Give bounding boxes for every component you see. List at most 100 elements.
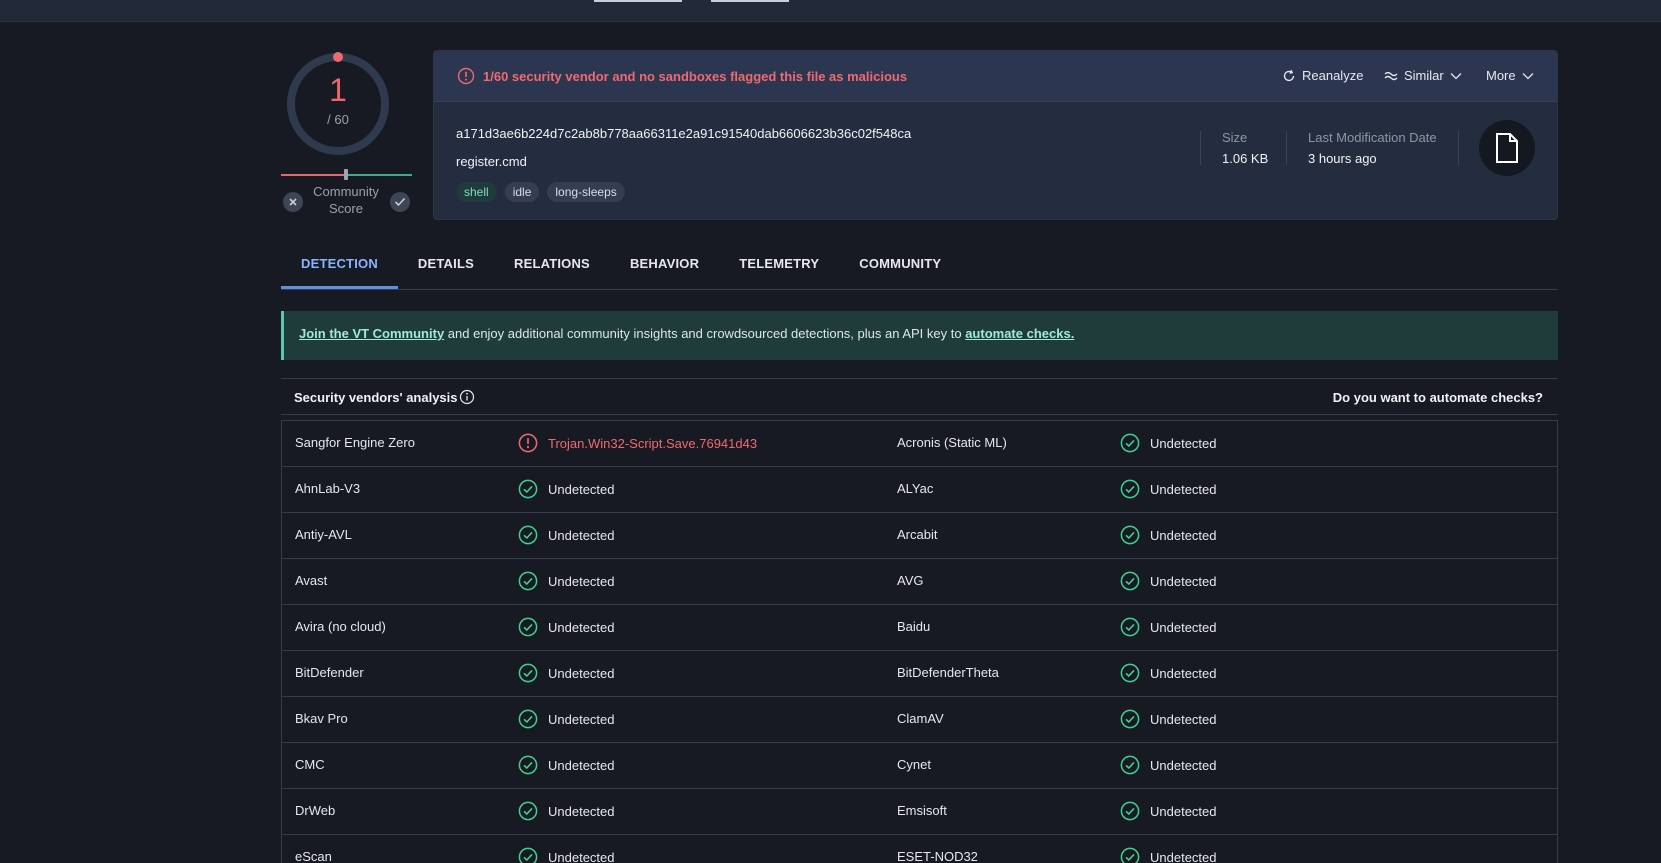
table-row: Bkav Pro Undetected ClamAV Undetected [282,697,1557,743]
vendor-name: Avira (no cloud) [295,619,386,634]
file-hash[interactable]: a171d3ae6b224d7c2ab8b778aa66311e2a91c915… [456,126,911,141]
vendor-name: Acronis (Static ML) [897,435,1007,450]
check-circle-icon [518,617,538,637]
check-circle-icon [518,663,538,683]
total-engines: / 60 [327,112,349,127]
vendors-table: Sangfor Engine Zero Trojan.Win32-Script.S… [281,420,1558,863]
tab-relations[interactable]: RELATIONS [494,248,610,289]
vendor-result-label: Undetected [548,527,615,543]
vendor-result: Undetected [518,801,615,821]
notice-link-2[interactable] [711,0,789,2]
check-circle-icon [1120,525,1140,545]
file-summary-card: 1/60 security vendor and no sandboxes fl… [433,50,1558,220]
tab-detection[interactable]: DETECTION [281,248,398,289]
table-row: Avira (no cloud) Undetected Baidu Undetecte… [282,605,1557,651]
vendor-result: Undetected [518,755,615,775]
similar-icon [1384,71,1398,80]
vendor-name: Bkav Pro [295,711,348,726]
vendor-result-label: Undetected [1150,849,1217,863]
banner-text: and enjoy additional community insights … [444,326,966,341]
table-row: AhnLab-V3 Undetected ALYac Undetected [282,467,1557,513]
community-score-marker [344,169,348,180]
vendor-result: Undetected [518,663,615,683]
info-icon[interactable] [459,389,475,405]
vendor-result-label: Undetected [548,665,615,681]
tab-bar: DETECTION DETAILS RELATIONS BEHAVIOR TEL… [281,248,1558,290]
vendor-result-label: Undetected [1150,711,1217,727]
vendor-name: Sangfor Engine Zero [295,435,415,450]
vendor-name: Cynet [897,757,931,772]
vendor-name: ESET-NOD32 [897,849,978,863]
check-circle-icon [518,571,538,591]
alert-icon [457,67,475,85]
vendor-result-label: Undetected [1150,619,1217,635]
vendor-result-label: Undetected [548,849,615,863]
table-row: BitDefender Undetected BitDefenderTheta Und… [282,651,1557,697]
vote-harmless-button[interactable] [390,192,410,212]
document-icon [1496,133,1518,163]
vendor-result-label: Undetected [1150,665,1217,681]
vendor-result-label: Undetected [1150,481,1217,497]
vendor-name: DrWeb [295,803,336,818]
tag-idle[interactable]: idle [504,182,540,202]
vendor-name: ALYac [897,481,934,496]
refresh-icon [1283,69,1295,81]
vendor-result-label: Undetected [548,619,615,635]
vendor-result: Undetected [1120,801,1217,821]
community-banner: Join the VT Community and enjoy addition… [281,311,1558,360]
tag-long-sleeps[interactable]: long-sleeps [547,182,625,202]
vendor-result: Undetected [518,709,615,729]
reanalyze-button[interactable]: Reanalyze [1282,68,1363,83]
vendor-result[interactable]: Trojan.Win32-Script.Save.76941d43 [518,433,757,453]
tab-details[interactable]: DETAILS [398,248,494,289]
tab-telemetry[interactable]: TELEMETRY [719,248,839,289]
join-community-link[interactable]: Join the VT Community [299,326,444,341]
check-circle-icon [1120,663,1140,683]
check-circle-icon [518,479,538,499]
vendor-name: AhnLab-V3 [295,481,361,496]
reanalyze-label: Reanalyze [1302,68,1364,83]
vendor-name: Antiy-AVL [295,527,352,542]
vendors-section-header: Security vendors' analysis Do you want t… [281,378,1558,415]
table-row: DrWeb Undetected Emsisoft Undetected [282,789,1557,835]
vendor-result-label: Undetected [548,481,615,497]
vendor-name: BitDefender [295,665,364,680]
automate-checks-prompt[interactable]: Do you want to automate checks? [1333,390,1543,405]
vendor-result-label: Undetected [548,803,615,819]
vendor-result-label: Undetected [548,573,615,589]
vendor-result: Undetected [1120,571,1217,591]
vendor-result: Undetected [1120,479,1217,499]
vote-malicious-button[interactable] [283,192,303,212]
check-circle-icon [1120,617,1140,637]
vendor-name: Avast [295,573,328,588]
vendor-result: Undetected [518,479,615,499]
vendor-result-label: Undetected [548,757,615,773]
file-type-icon [1479,120,1535,176]
check-circle-icon [1120,479,1140,499]
check-circle-icon [1120,571,1140,591]
more-dropdown[interactable]: More [1486,68,1534,83]
chevron-down-icon [1450,72,1462,79]
detections-count: 1 [329,72,347,108]
date-value: 3 hours ago [1308,151,1377,166]
automate-checks-link[interactable]: automate checks. [965,326,1074,341]
table-row: Avast Undetected AVG Undetected [282,559,1557,605]
check-circle-icon [1120,433,1140,453]
vendor-result: Undetected [1120,847,1217,863]
check-circle-icon [1120,709,1140,729]
check-circle-icon [518,801,538,821]
tab-behavior[interactable]: BEHAVIOR [610,248,719,289]
vendor-result: Undetected [518,571,615,591]
close-icon [289,198,297,206]
similar-dropdown[interactable]: Similar [1384,68,1462,83]
vendor-result: Undetected [518,525,615,545]
check-circle-icon [1120,801,1140,821]
more-label: More [1486,68,1516,83]
tag-shell[interactable]: shell [456,182,497,202]
community-score-label: Community Score [313,184,379,216]
file-tags: shell idle long-sleeps [456,182,625,202]
notice-link-1[interactable] [594,0,682,2]
tab-community[interactable]: COMMUNITY [839,248,961,289]
vendor-name: Baidu [897,619,931,634]
vendor-name: AVG [897,573,924,588]
